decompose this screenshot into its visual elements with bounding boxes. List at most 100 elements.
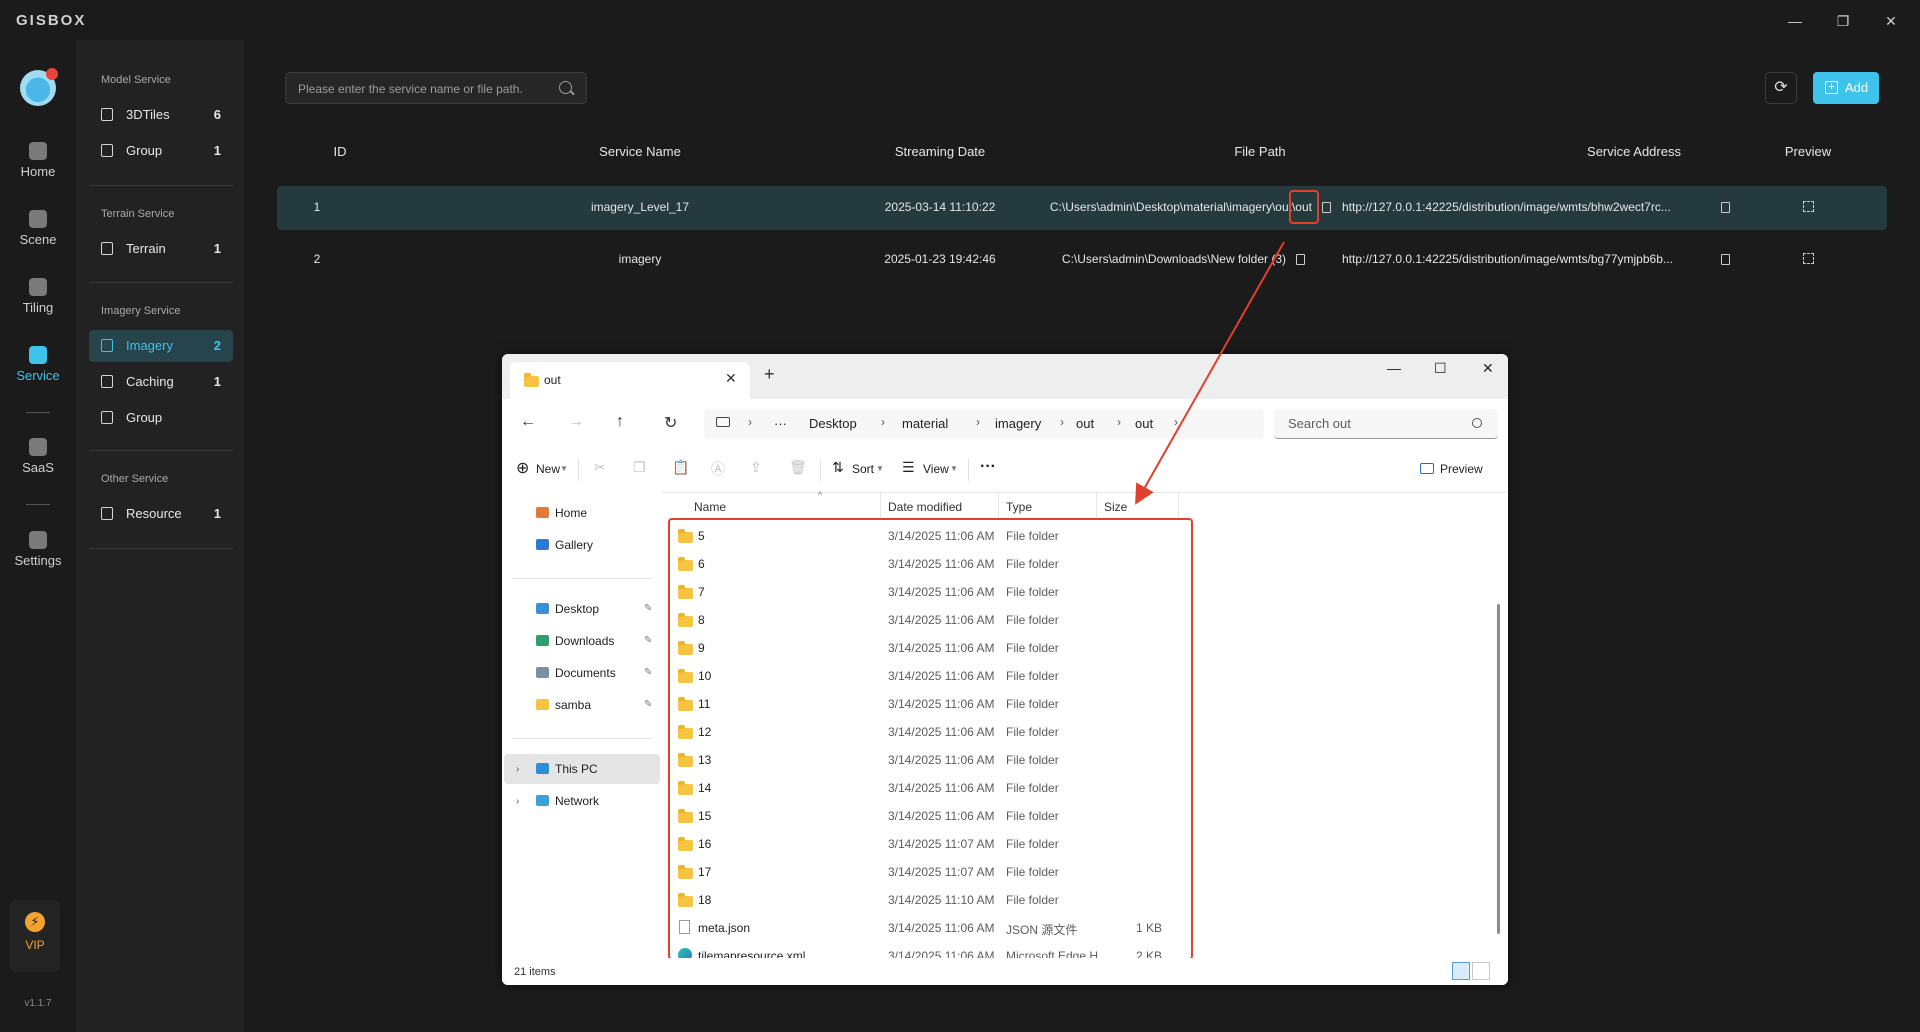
breadcrumb-out-current[interactable]: out (1135, 416, 1153, 431)
refresh-button[interactable]: ↻ (664, 413, 677, 433)
search-icon[interactable] (559, 81, 572, 94)
copy-icon[interactable] (1721, 254, 1730, 265)
cut-icon[interactable]: ✂ (594, 459, 606, 476)
sidebar-item-resource[interactable]: Resource 1 (89, 498, 233, 530)
search-input[interactable] (296, 79, 550, 99)
restore-button[interactable]: ❐ (1832, 10, 1854, 32)
imagery-icon (101, 339, 113, 352)
chevron-right-icon: › (1117, 415, 1121, 429)
sidebar-item-imagery-group[interactable]: Group (89, 402, 233, 434)
breadcrumb-out[interactable]: out (1076, 416, 1094, 431)
up-button[interactable]: ↑ (616, 413, 624, 431)
view-icon: ☰ (902, 459, 915, 475)
sidebar-item-3dtiles[interactable]: 3DTiles 6 (89, 99, 233, 131)
caching-icon (101, 375, 113, 388)
rail-item-service[interactable]: Service (0, 346, 76, 383)
open-folder-icon[interactable] (1322, 202, 1331, 213)
address-bar[interactable]: › ··· Desktop › material › imagery › out… (704, 409, 1264, 439)
preview-icon[interactable] (1803, 201, 1814, 212)
sidebar-item-terrain[interactable]: Terrain 1 (89, 233, 233, 265)
app-version: v1.1.7 (24, 998, 52, 1009)
breadcrumb-desktop[interactable]: Desktop (809, 416, 857, 431)
column-header-date[interactable]: Date modified (888, 500, 962, 514)
rail-item-label: Tiling (22, 300, 54, 315)
rail-item-scene[interactable]: Scene (0, 210, 76, 247)
sidebar-item-label: Group (126, 143, 163, 158)
rename-icon[interactable]: Ⓐ (711, 459, 725, 479)
sidebar-item-count: 1 (213, 374, 221, 389)
sidebar-item-label: Imagery (126, 338, 173, 353)
refresh-button[interactable]: ⟳ (1765, 72, 1797, 104)
chevron-right-icon[interactable]: › (516, 764, 519, 775)
column-header-name[interactable]: Name (694, 500, 726, 514)
sidebar-item-count: 1 (213, 143, 221, 158)
new-tab-button[interactable]: + (764, 364, 775, 385)
breadcrumb-more[interactable]: ··· (774, 416, 787, 431)
minimize-button[interactable]: — (1784, 10, 1806, 32)
close-tab-icon[interactable]: ✕ (725, 370, 737, 387)
explorer-minimize-button[interactable]: — (1387, 360, 1401, 376)
command-divider (968, 459, 969, 481)
back-button[interactable]: ← (520, 413, 536, 431)
column-divider (998, 492, 999, 518)
section-title-terrain: Terrain Service (101, 208, 175, 220)
settings-icon (29, 531, 47, 549)
table-row[interactable]: 2 imagery 2025-01-23 19:42:46 C:\Users\a… (277, 238, 1887, 282)
sidebar-item-caching[interactable]: Caching 1 (89, 366, 233, 398)
rail-item-tiling[interactable]: Tiling (0, 278, 76, 315)
column-header-type[interactable]: Type (1006, 500, 1032, 514)
open-folder-icon[interactable] (1296, 254, 1305, 265)
pin-icon[interactable]: ✎ (644, 699, 652, 710)
breadcrumb-imagery[interactable]: imagery (995, 416, 1041, 431)
section-title-imagery: Imagery Service (101, 305, 181, 317)
table-row[interactable]: 1 imagery_Level_17 2025-03-14 11:10:22 C… (277, 186, 1887, 230)
preview-button[interactable]: Preview (1440, 462, 1483, 476)
explorer-maximize-button[interactable]: ☐ (1434, 360, 1447, 377)
new-button[interactable]: New (536, 462, 560, 476)
more-options-button[interactable]: ··· (980, 458, 996, 476)
paste-icon[interactable]: 📋 (672, 459, 689, 476)
rail-item-settings[interactable]: Settings (0, 531, 76, 568)
copy-icon[interactable] (1721, 202, 1730, 213)
forward-button[interactable]: → (568, 413, 584, 431)
chevron-right-icon[interactable]: › (516, 796, 519, 807)
preview-icon[interactable] (1803, 253, 1814, 264)
cell-service-name: imagery_Level_17 (590, 200, 690, 214)
explorer-close-button[interactable]: ✕ (1482, 360, 1494, 377)
details-view-button[interactable] (1452, 962, 1470, 980)
delete-icon[interactable]: 🗑 (789, 459, 807, 476)
view-button[interactable]: View (923, 462, 949, 476)
highlight-box (668, 518, 1193, 960)
cell-service-address: http://127.0.0.1:42225/distribution/imag… (1342, 200, 1671, 214)
column-divider (1096, 492, 1097, 518)
sidebar-item-imagery[interactable]: Imagery 2 (89, 330, 233, 362)
pin-icon[interactable]: ✎ (644, 603, 652, 614)
tiles-view-button[interactable] (1472, 962, 1490, 980)
sidebar-item-label: Caching (126, 374, 174, 389)
scene-icon (29, 210, 47, 228)
explorer-search-input[interactable] (1286, 415, 1470, 432)
sidebar-item-model-group[interactable]: Group 1 (89, 135, 233, 167)
vertical-scrollbar[interactable] (1497, 604, 1500, 934)
column-header-label: Service Address (1587, 144, 1681, 159)
tab-label: out (544, 373, 561, 387)
column-header-size[interactable]: Size (1104, 500, 1127, 514)
group-icon (101, 144, 113, 157)
pin-icon[interactable]: ✎ (644, 667, 652, 678)
vip-button[interactable]: ⚡ VIP (10, 900, 60, 972)
share-icon[interactable]: ⇪ (750, 459, 762, 476)
close-button[interactable]: ✕ (1880, 10, 1902, 32)
column-header-label: Preview (1784, 144, 1832, 159)
chevron-down-icon: ▼ (876, 464, 884, 473)
nav-divider (512, 578, 652, 579)
tab-out[interactable]: out ✕ (510, 362, 750, 399)
copy-icon[interactable]: ❐ (633, 459, 646, 476)
sort-button[interactable]: Sort (852, 462, 874, 476)
breadcrumb-material[interactable]: material (902, 416, 948, 431)
add-button[interactable]: + Add (1813, 72, 1879, 104)
rail-item-label: Settings (14, 553, 62, 568)
rail-item-saas[interactable]: SaaS (0, 438, 76, 475)
pin-icon[interactable]: ✎ (644, 635, 652, 646)
chevron-right-icon: › (976, 415, 980, 429)
rail-item-home[interactable]: Home (0, 142, 76, 179)
